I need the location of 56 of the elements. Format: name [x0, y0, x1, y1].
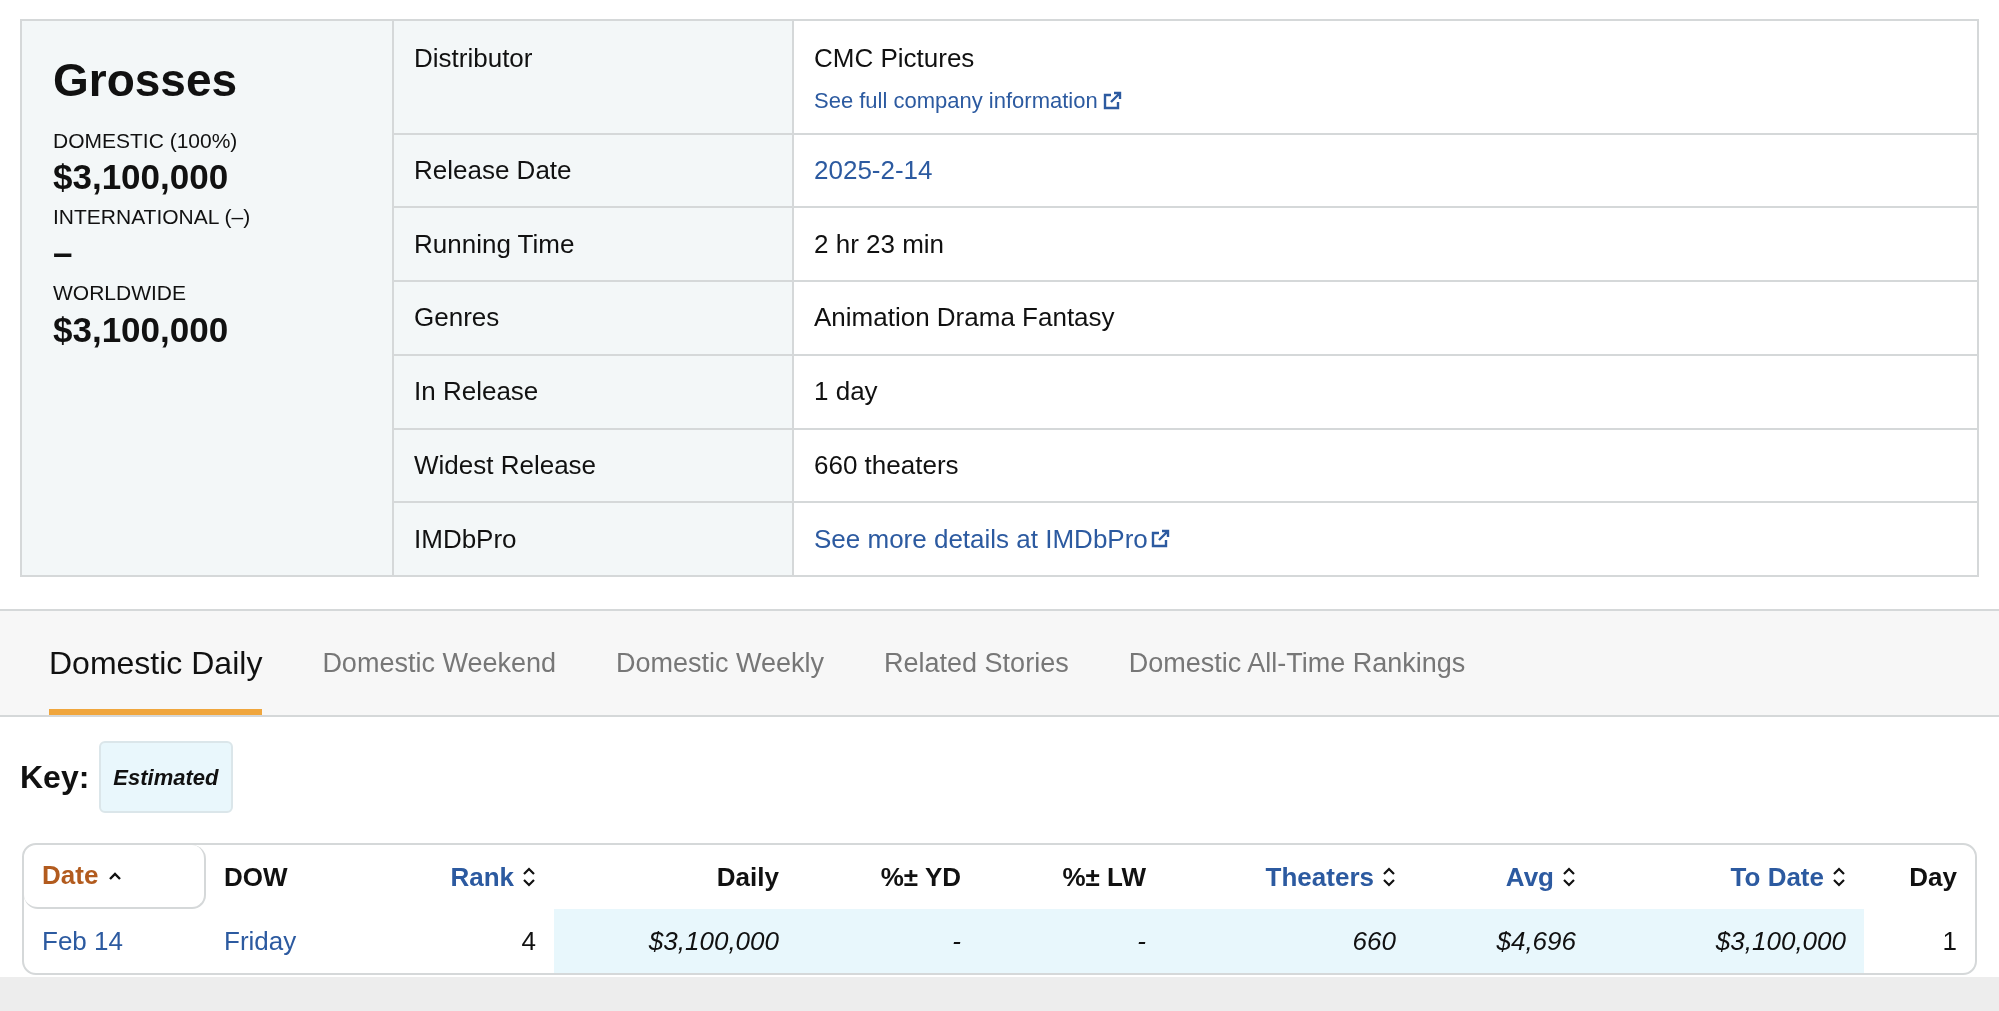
- column-header: Daily: [554, 845, 797, 909]
- sort-header[interactable]: Date: [24, 845, 206, 909]
- table-cell: 660: [1164, 909, 1414, 973]
- tab[interactable]: Domestic Weekend: [322, 611, 556, 715]
- estimated-badge: Estimated: [99, 741, 233, 813]
- gross-amount: $3,100,000: [53, 308, 230, 351]
- summary-value: 660 theaters: [814, 448, 959, 482]
- gross-label: INTERNATIONAL (–): [53, 204, 252, 230]
- summary-value: CMC Pictures: [814, 42, 976, 75]
- table-cell: 1: [1864, 909, 1975, 973]
- sort-header[interactable]: Rank: [450, 857, 536, 897]
- gross-label: DOMESTIC (100%): [53, 127, 239, 153]
- gross-label: WORLDWIDE: [53, 280, 187, 306]
- grosses-title: Grosses: [53, 55, 239, 106]
- key-label: Key:: [20, 758, 90, 797]
- gross-amount: –: [53, 232, 74, 275]
- summary-label: Widest Release: [394, 429, 794, 502]
- tab[interactable]: Related Stories: [884, 611, 1069, 715]
- sort-header[interactable]: To Date: [1730, 857, 1846, 897]
- sort-header[interactable]: Theaters: [1265, 857, 1396, 897]
- value-link[interactable]: See more details at IMDbPro: [814, 519, 1170, 559]
- column-header: Day: [1864, 845, 1975, 909]
- summary-value: 1 day: [814, 375, 878, 409]
- tab[interactable]: Domestic All-Time Rankings: [1128, 611, 1466, 715]
- table-cell: $4,696: [1414, 909, 1594, 973]
- external-link-icon: [1101, 90, 1122, 111]
- sort-header[interactable]: Avg: [1505, 857, 1576, 897]
- summary-label: Genres: [394, 282, 794, 354]
- tab[interactable]: Domestic Weekly: [616, 611, 825, 715]
- column-header: %± LW: [979, 845, 1164, 909]
- table-cell: -: [979, 909, 1164, 973]
- table-cell: 4: [406, 909, 554, 973]
- summary-label: Running Time: [394, 208, 794, 281]
- summary-value: 2 hr 23 min: [814, 227, 945, 261]
- sort-icon: [1382, 866, 1396, 888]
- summary-label: In Release: [394, 355, 794, 428]
- summary-label: IMDbPro: [394, 503, 794, 575]
- value-link[interactable]: 2025-2-14: [814, 151, 933, 190]
- table-link[interactable]: Feb 14: [42, 925, 123, 956]
- table-cell: $3,100,000: [554, 909, 797, 973]
- table-cell: $3,100,000: [1594, 909, 1864, 973]
- sort-icon: [1832, 866, 1846, 888]
- sort-icon: [522, 866, 536, 888]
- column-header: %± YD: [797, 845, 979, 909]
- summary-label: Distributor: [394, 21, 794, 133]
- external-link-icon: [1149, 529, 1170, 550]
- sort-ascending-icon: [108, 870, 123, 881]
- summary-label: Release Date: [394, 134, 794, 207]
- table-cell: -: [797, 909, 979, 973]
- sort-icon: [1562, 866, 1576, 888]
- gross-amount: $3,100,000: [53, 155, 230, 198]
- table-link[interactable]: Friday: [224, 925, 297, 956]
- tab[interactable]: Domestic Daily: [49, 611, 263, 715]
- summary-value: Animation Drama Fantasy: [814, 301, 1115, 335]
- company-info-link[interactable]: See full company information: [814, 84, 1122, 117]
- column-header: DOW: [206, 845, 406, 909]
